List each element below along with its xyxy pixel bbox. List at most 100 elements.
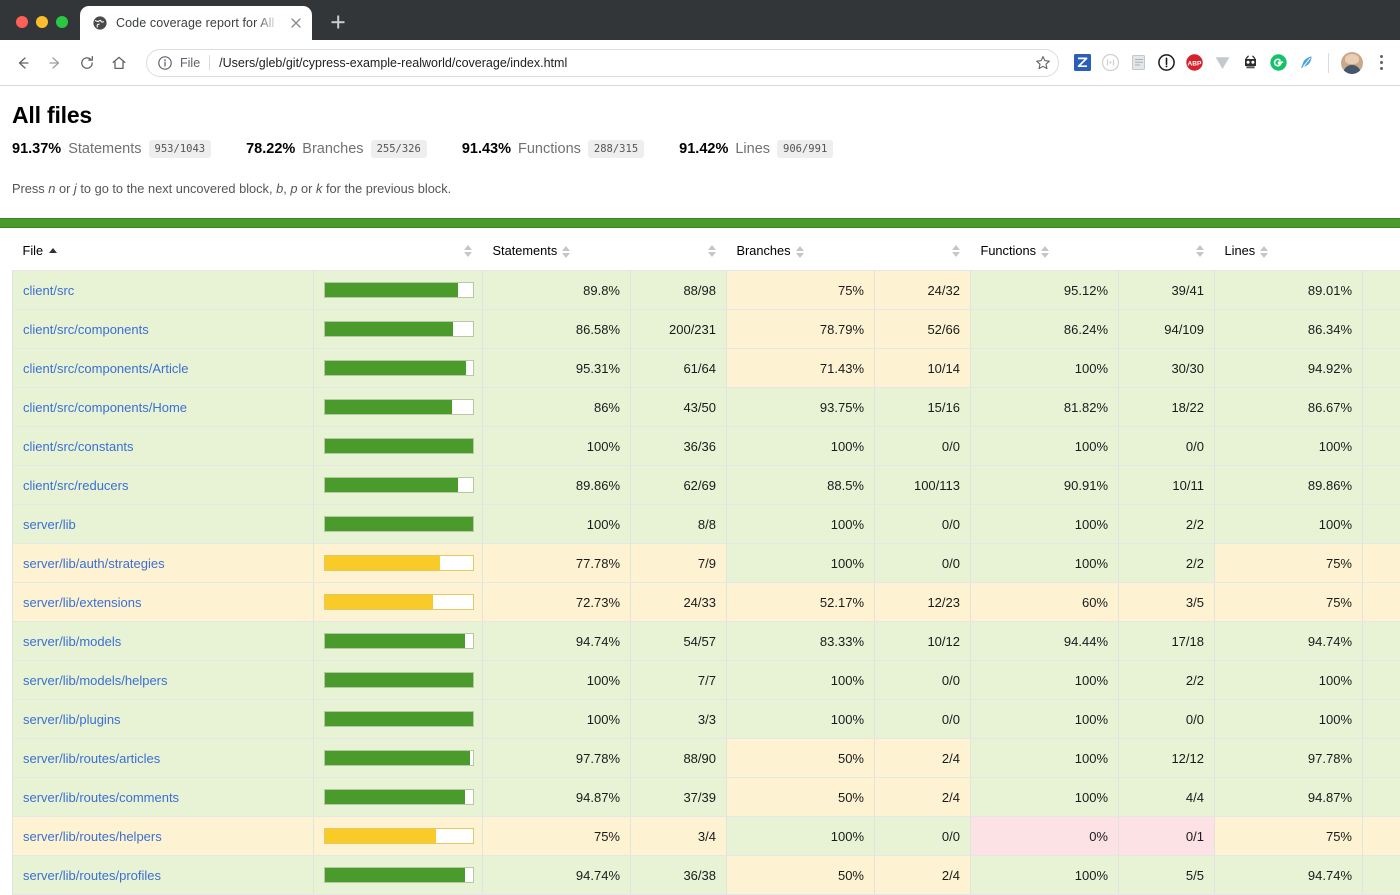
cell-file[interactable]: server/lib/extensions [13, 583, 314, 622]
sort-toggle-statements[interactable] [562, 246, 571, 258]
cell-file[interactable]: server/lib/plugins [13, 700, 314, 739]
maximize-window-button[interactable] [56, 16, 68, 28]
cell-file[interactable]: server/lib/auth/strategies [13, 544, 314, 583]
table-row[interactable]: client/src/components/Article95.31%61/64… [13, 349, 1400, 388]
feather-extension-icon[interactable] [1297, 53, 1316, 72]
new-tab-button[interactable] [324, 8, 352, 36]
browser-tab[interactable]: Code coverage report for All files [80, 6, 312, 40]
sort-asc-icon [49, 248, 57, 253]
sort-toggle-branches-abs[interactable] [952, 245, 961, 257]
adblock-plus-extension-icon[interactable]: ABP [1185, 53, 1204, 72]
table-row[interactable]: client/src/components/Home86%43/5093.75%… [13, 388, 1400, 427]
file-link[interactable]: server/lib/extensions [23, 595, 142, 610]
cell-lines-absolute: 88/90 [1363, 739, 1400, 778]
table-row[interactable]: client/src89.8%88/9875%24/3295.12%39/418… [13, 271, 1400, 310]
minimize-window-button[interactable] [36, 16, 48, 28]
sort-toggle-statements-abs[interactable] [708, 245, 717, 257]
file-link[interactable]: client/src/constants [23, 439, 134, 454]
robot-extension-icon[interactable] [1241, 53, 1260, 72]
cell-file[interactable]: client/src/constants [13, 427, 314, 466]
back-arrow-icon[interactable] [8, 48, 38, 78]
url-text[interactable]: /Users/gleb/git/cypress-example-realworl… [219, 56, 1028, 70]
table-row[interactable]: client/src/reducers89.86%62/6988.5%100/1… [13, 466, 1400, 505]
file-link[interactable]: server/lib/models [23, 634, 121, 649]
file-link[interactable]: server/lib [23, 517, 76, 532]
exclamation-extension-icon[interactable] [1157, 53, 1176, 72]
user-avatar[interactable] [1341, 52, 1363, 74]
file-link[interactable]: server/lib/routes/profiles [23, 868, 161, 883]
zoom-extension-icon[interactable] [1073, 53, 1092, 72]
column-header-branches[interactable]: Branches [727, 229, 971, 271]
close-window-button[interactable] [16, 16, 28, 28]
table-row[interactable]: server/lib/models/helpers100%7/7100%0/01… [13, 661, 1400, 700]
table-row[interactable]: server/lib/routes/comments94.87%37/3950%… [13, 778, 1400, 817]
reload-icon[interactable] [72, 48, 102, 78]
file-link[interactable]: client/src/components/Home [23, 400, 187, 415]
cell-statements-absolute: 36/38 [631, 856, 727, 895]
coverage-progress-fill [325, 829, 436, 843]
file-link[interactable]: client/src/components [23, 322, 149, 337]
cell-file[interactable]: server/lib/models/helpers [13, 661, 314, 700]
cell-file[interactable]: server/lib/models [13, 622, 314, 661]
address-bar[interactable]: File /Users/gleb/git/cypress-example-rea… [146, 49, 1059, 77]
cell-file[interactable]: client/src/components [13, 310, 314, 349]
table-row[interactable]: server/lib/routes/articles97.78%88/9050%… [13, 739, 1400, 778]
file-link[interactable]: server/lib/models/helpers [23, 673, 168, 688]
cell-file[interactable]: server/lib/routes/articles [13, 739, 314, 778]
circle-dots-extension-icon[interactable] [1101, 53, 1120, 72]
cell-file[interactable]: client/src/reducers [13, 466, 314, 505]
window-controls[interactable] [10, 16, 80, 40]
file-link[interactable]: server/lib/auth/strategies [23, 556, 165, 571]
table-row[interactable]: client/src/constants100%36/36100%0/0100%… [13, 427, 1400, 466]
table-row[interactable]: server/lib/extensions72.73%24/3352.17%12… [13, 583, 1400, 622]
column-header-lines[interactable]: Lines [1215, 229, 1400, 271]
table-row[interactable]: server/lib/auth/strategies77.78%7/9100%0… [13, 544, 1400, 583]
cell-file[interactable]: server/lib/routes/helpers [13, 817, 314, 856]
file-link[interactable]: server/lib/plugins [23, 712, 121, 727]
kebab-menu-icon[interactable] [1372, 53, 1390, 73]
file-link[interactable]: client/src/reducers [23, 478, 128, 493]
cell-functions-absolute: 39/41 [1119, 271, 1215, 310]
column-header-file[interactable]: File [13, 229, 483, 271]
table-row[interactable]: server/lib/routes/helpers75%3/4100%0/00%… [13, 817, 1400, 856]
table-row[interactable]: server/lib100%8/8100%0/0100%2/2100%7/7 [13, 505, 1400, 544]
cell-file[interactable]: client/src/components/Home [13, 388, 314, 427]
forward-arrow-icon[interactable] [40, 48, 70, 78]
cell-coverage-bar [314, 700, 483, 739]
extensions-area: ABP [1069, 52, 1390, 74]
cell-functions-percent: 100% [971, 700, 1119, 739]
table-row[interactable]: server/lib/models94.74%54/5783.33%10/129… [13, 622, 1400, 661]
v-extension-icon[interactable] [1213, 53, 1232, 72]
table-row[interactable]: server/lib/plugins100%3/3100%0/0100%0/01… [13, 700, 1400, 739]
file-link[interactable]: server/lib/routes/helpers [23, 829, 162, 844]
sort-toggle-functions-abs[interactable] [1196, 245, 1205, 257]
cell-lines-absolute: 7/7 [1363, 505, 1400, 544]
cell-functions-absolute: 94/109 [1119, 310, 1215, 349]
coverage-summary: 91.37%Statements953/104378.22%Branches25… [12, 141, 1388, 159]
column-header-functions[interactable]: Functions [971, 229, 1215, 271]
cell-file[interactable]: client/src/components/Article [13, 349, 314, 388]
sort-toggle-lines[interactable] [1260, 246, 1269, 258]
file-link[interactable]: client/src [23, 283, 74, 298]
sort-toggle-branches[interactable] [796, 246, 805, 258]
home-icon[interactable] [104, 48, 134, 78]
table-row[interactable]: server/lib/routes/profiles94.74%36/3850%… [13, 856, 1400, 895]
file-link[interactable]: client/src/components/Article [23, 361, 188, 376]
cell-file[interactable]: server/lib [13, 505, 314, 544]
bookmark-star-icon[interactable] [1034, 54, 1052, 72]
table-row[interactable]: client/src/components86.58%200/23178.79%… [13, 310, 1400, 349]
cell-lines-percent: 75% [1215, 544, 1363, 583]
cell-statements-absolute: 24/33 [631, 583, 727, 622]
cell-file[interactable]: client/src [13, 271, 314, 310]
sort-toggle-functions[interactable] [1041, 246, 1050, 258]
column-header-statements[interactable]: Statements [483, 229, 727, 271]
cell-file[interactable]: server/lib/routes/profiles [13, 856, 314, 895]
info-circle-icon[interactable] [157, 55, 173, 71]
sort-toggle-file[interactable] [464, 245, 473, 257]
file-link[interactable]: server/lib/routes/comments [23, 790, 179, 805]
page-extension-icon[interactable] [1129, 53, 1148, 72]
close-icon[interactable] [288, 15, 304, 31]
cell-file[interactable]: server/lib/routes/comments [13, 778, 314, 817]
file-link[interactable]: server/lib/routes/articles [23, 751, 160, 766]
grammarly-extension-icon[interactable] [1269, 53, 1288, 72]
